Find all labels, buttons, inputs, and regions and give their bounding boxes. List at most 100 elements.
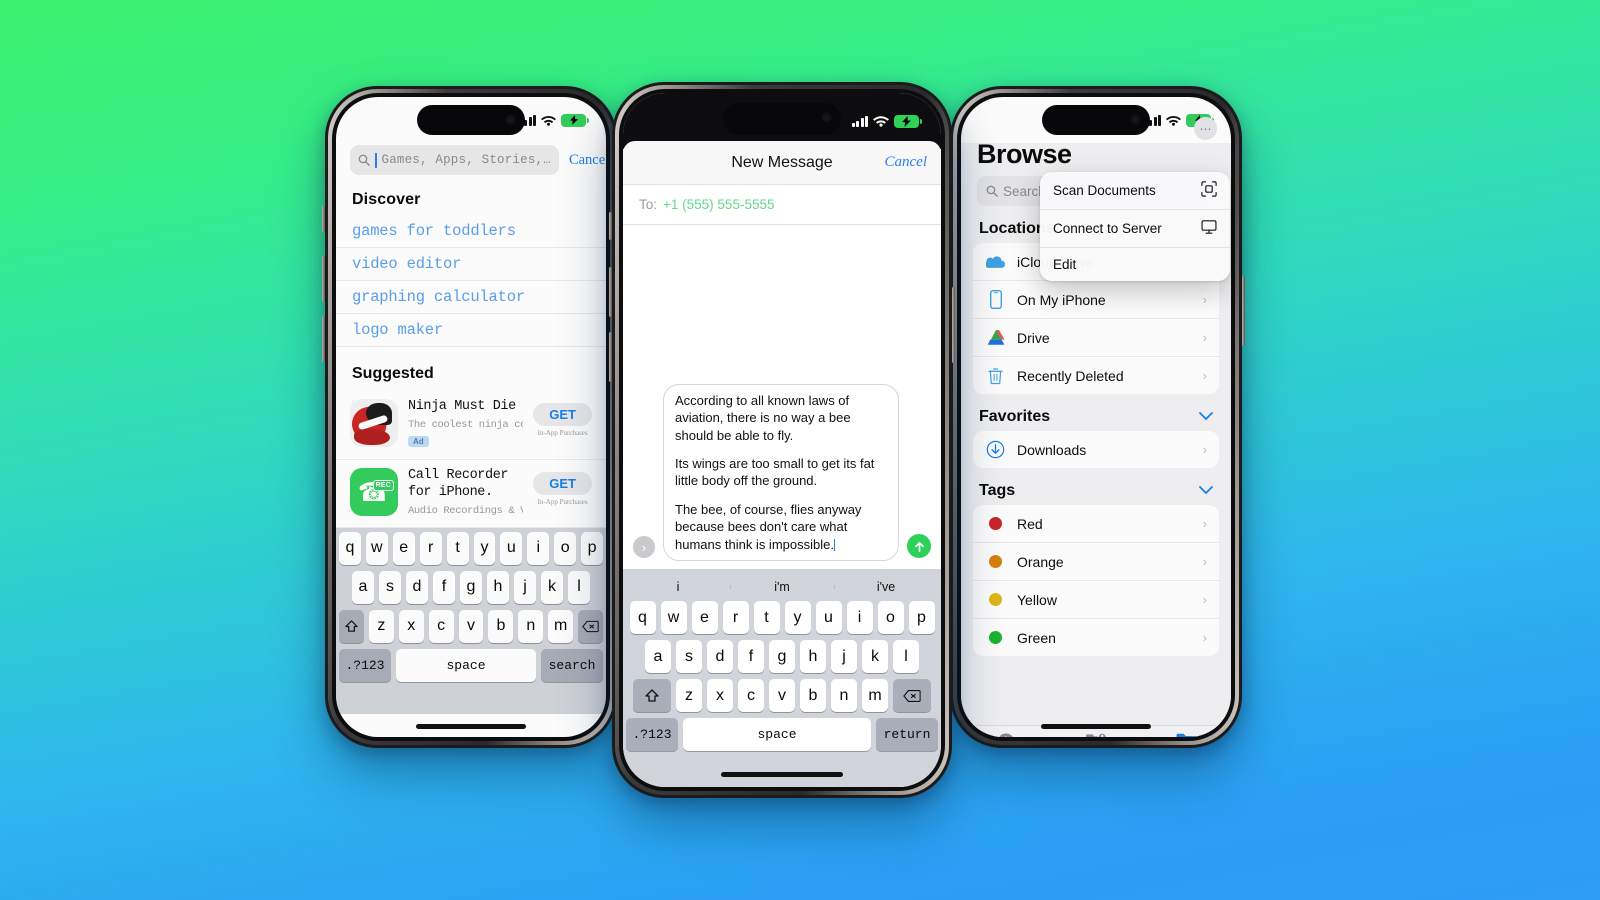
key-d[interactable]: d: [707, 640, 733, 673]
key-q[interactable]: q: [338, 531, 361, 565]
backspace-icon[interactable]: [578, 609, 604, 643]
search-key[interactable]: search: [541, 648, 603, 682]
key-b[interactable]: b: [800, 679, 826, 712]
app-list-item[interactable]: ☎ REC Call Recorder for iPhone. Audio Rec…: [336, 460, 606, 528]
key-l[interactable]: l: [893, 640, 919, 673]
tab-shared[interactable]: Shared: [1051, 732, 1141, 737]
get-button[interactable]: GET: [533, 471, 592, 495]
key-k[interactable]: k: [541, 570, 563, 604]
key-b[interactable]: b: [488, 609, 514, 643]
chevron-down-icon[interactable]: [1199, 482, 1213, 500]
key-m[interactable]: m: [862, 679, 888, 712]
key-n[interactable]: n: [831, 679, 857, 712]
key-x[interactable]: x: [707, 679, 733, 712]
menu-item-connect-to-server[interactable]: Connect to Server: [1040, 210, 1230, 248]
list-item[interactable]: Green ›: [973, 619, 1219, 656]
key-g[interactable]: g: [769, 640, 795, 673]
key-v[interactable]: v: [769, 679, 795, 712]
key-r[interactable]: r: [419, 531, 442, 565]
get-button[interactable]: GET: [533, 403, 592, 426]
prediction-option[interactable]: i'm: [730, 580, 834, 594]
key-y[interactable]: y: [784, 601, 811, 634]
discover-term[interactable]: graphing calculator: [336, 281, 606, 314]
key-z[interactable]: z: [676, 679, 702, 712]
app-list-item[interactable]: Ninja Must Die The coolest ninja combat……: [336, 391, 606, 460]
key-t[interactable]: t: [446, 531, 469, 565]
key-q[interactable]: q: [629, 601, 656, 634]
key-m[interactable]: m: [548, 609, 574, 643]
keyboard-left[interactable]: q w e r t y u i o p a s d f g h j k l z …: [336, 527, 606, 714]
list-item[interactable]: Orange ›: [973, 543, 1219, 581]
key-h[interactable]: h: [800, 640, 826, 673]
key-o[interactable]: o: [877, 601, 904, 634]
list-item[interactable]: On My iPhone ›: [973, 281, 1219, 319]
prediction-option[interactable]: i've: [834, 580, 938, 594]
cancel-button[interactable]: Cancel: [885, 154, 928, 171]
key-k[interactable]: k: [862, 640, 888, 673]
key-u[interactable]: u: [815, 601, 842, 634]
search-input[interactable]: Games, Apps, Stories,…: [350, 145, 559, 175]
shift-icon[interactable]: [633, 679, 671, 712]
space-key[interactable]: space: [683, 718, 871, 751]
key-p[interactable]: p: [908, 601, 935, 634]
key-j[interactable]: j: [514, 570, 536, 604]
numeric-key[interactable]: .?123: [626, 718, 678, 751]
key-s[interactable]: s: [676, 640, 702, 673]
send-arrow-up-icon[interactable]: [907, 534, 931, 558]
key-e[interactable]: e: [691, 601, 718, 634]
section-title: Tags: [979, 482, 1016, 499]
search-cancel-button[interactable]: Cancel: [569, 152, 606, 169]
key-t[interactable]: t: [753, 601, 780, 634]
keyboard-middle[interactable]: i i'm i've q w e r t y u i o p a s d f g…: [623, 569, 941, 787]
key-z[interactable]: z: [368, 609, 394, 643]
discover-term[interactable]: logo maker: [336, 314, 606, 347]
ellipsis-circle-icon[interactable]: ⋯: [1194, 117, 1217, 140]
key-v[interactable]: v: [458, 609, 484, 643]
key-a[interactable]: a: [645, 640, 671, 673]
list-item[interactable]: Downloads ›: [973, 431, 1219, 468]
list-item[interactable]: Yellow ›: [973, 581, 1219, 619]
key-f[interactable]: f: [738, 640, 764, 673]
return-key[interactable]: return: [876, 718, 938, 751]
key-h[interactable]: h: [487, 570, 509, 604]
key-u[interactable]: u: [500, 531, 523, 565]
discover-term[interactable]: games for toddlers: [336, 215, 606, 248]
key-p[interactable]: p: [581, 531, 604, 565]
key-x[interactable]: x: [398, 609, 424, 643]
list-item[interactable]: Recently Deleted ›: [973, 357, 1219, 394]
key-e[interactable]: e: [392, 531, 415, 565]
chevron-down-icon[interactable]: [1199, 408, 1213, 426]
message-input[interactable]: According to all known laws of aviation,…: [663, 383, 899, 561]
key-d[interactable]: d: [406, 570, 428, 604]
list-item[interactable]: Red ›: [973, 505, 1219, 543]
key-s[interactable]: s: [379, 570, 401, 604]
key-c[interactable]: c: [428, 609, 454, 643]
key-w[interactable]: w: [660, 601, 687, 634]
space-key[interactable]: space: [396, 648, 536, 682]
prediction-option[interactable]: i: [626, 580, 730, 594]
menu-item-edit[interactable]: Edit: [1040, 248, 1230, 281]
discover-term[interactable]: video editor: [336, 248, 606, 281]
key-w[interactable]: w: [365, 531, 388, 565]
recipient-field[interactable]: To: +1 (555) 555-5555: [623, 185, 941, 225]
key-g[interactable]: g: [460, 570, 482, 604]
numeric-key[interactable]: .?123: [339, 648, 391, 682]
chevron-right-icon[interactable]: ›: [633, 536, 655, 558]
key-i[interactable]: i: [527, 531, 550, 565]
key-i[interactable]: i: [846, 601, 873, 634]
key-c[interactable]: c: [738, 679, 764, 712]
menu-item-scan-documents[interactable]: Scan Documents: [1040, 172, 1230, 210]
key-y[interactable]: y: [473, 531, 496, 565]
key-n[interactable]: n: [518, 609, 544, 643]
key-j[interactable]: j: [831, 640, 857, 673]
shift-icon[interactable]: [339, 609, 364, 643]
tab-browse[interactable]: Browse: [1141, 732, 1231, 737]
key-a[interactable]: a: [352, 570, 374, 604]
key-r[interactable]: r: [722, 601, 749, 634]
list-item[interactable]: Drive ›: [973, 319, 1219, 357]
key-f[interactable]: f: [433, 570, 455, 604]
tab-recents[interactable]: Recents: [961, 732, 1051, 737]
key-o[interactable]: o: [554, 531, 577, 565]
backspace-icon[interactable]: [893, 679, 931, 712]
key-l[interactable]: l: [568, 570, 590, 604]
